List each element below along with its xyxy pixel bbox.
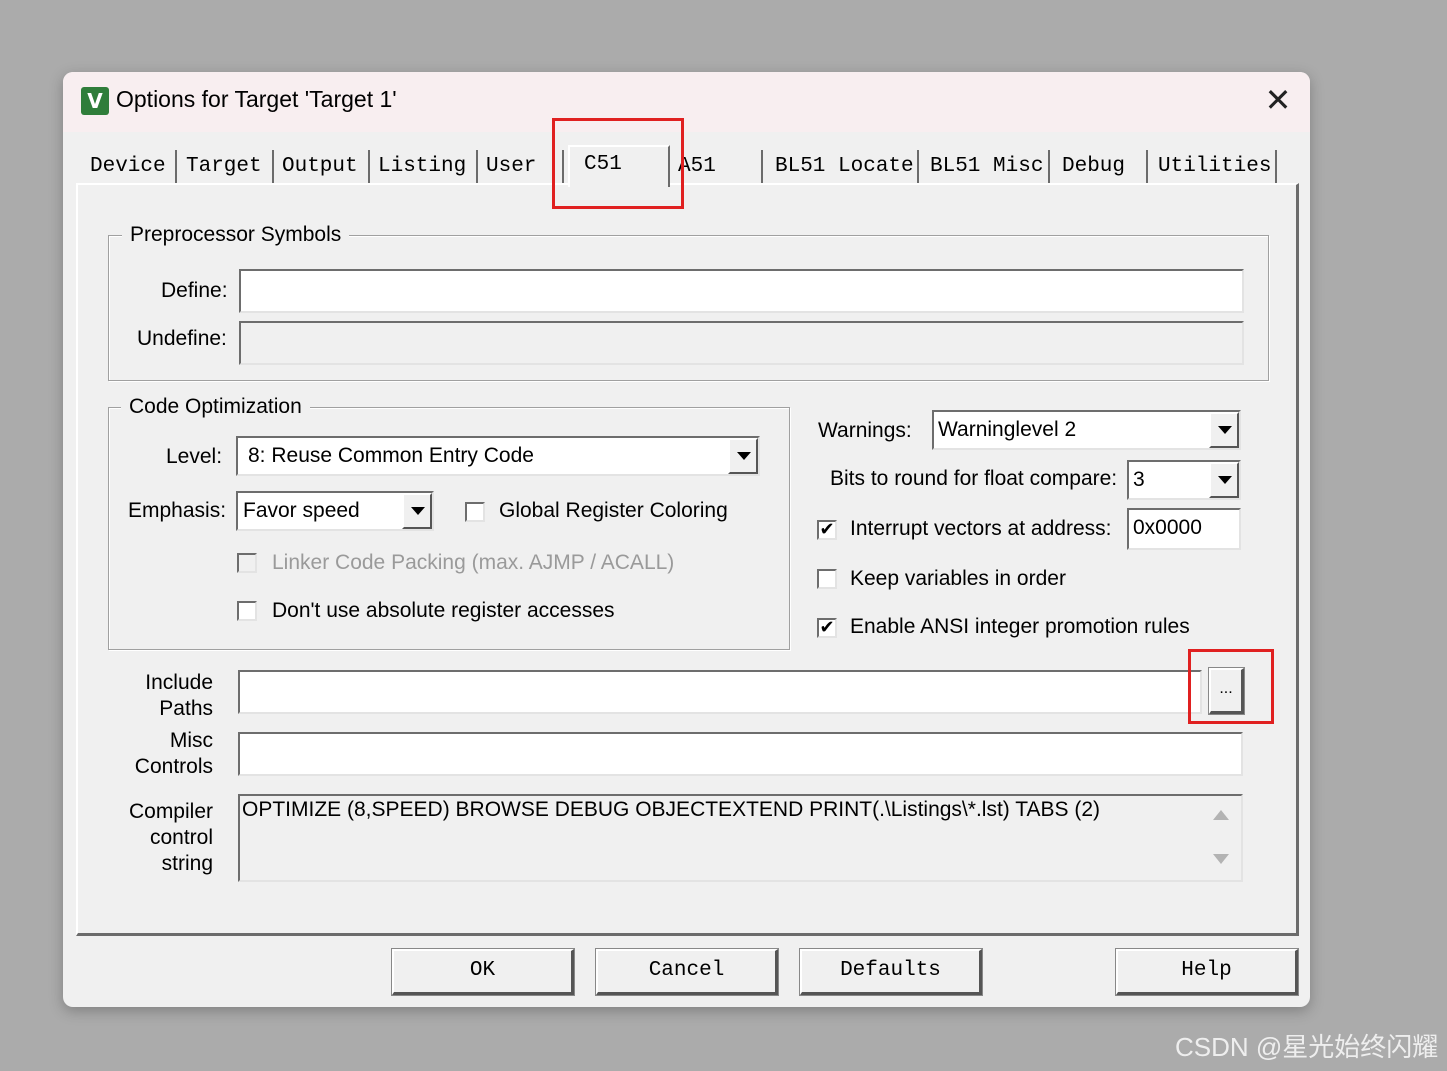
close-icon[interactable]: ✕: [1263, 78, 1293, 122]
tab-bl51-locate[interactable]: BL51 Locate: [767, 150, 919, 184]
preprocessor-group-title: Preprocessor Symbols: [122, 223, 350, 247]
watermark: CSDN @星光始终闪耀: [1175, 1032, 1439, 1062]
tab-bl51-misc[interactable]: BL51 Misc: [922, 150, 1050, 184]
chevron-down-icon: [737, 452, 751, 460]
emphasis-label: Emphasis:: [128, 499, 227, 522]
compiler-control-string: OPTIMIZE (8,SPEED) BROWSE DEBUG OBJECTEX…: [238, 794, 1243, 882]
misc-controls-input[interactable]: [238, 732, 1243, 776]
chevron-down-icon: [1218, 426, 1232, 434]
checkmark-icon: ✔: [819, 519, 835, 540]
linker-code-packing-checkbox: [237, 553, 257, 573]
bits-label: Bits to round for float compare:: [830, 467, 1118, 490]
tab-listing[interactable]: Listing: [370, 150, 478, 184]
scroll-up-icon[interactable]: [1213, 810, 1229, 820]
misc-controls-label: Misc Controls: [134, 729, 213, 778]
tab-debug[interactable]: Debug: [1054, 150, 1148, 184]
include-paths-label: Include Paths: [145, 671, 213, 720]
bits-dropdown-button[interactable]: [1209, 462, 1239, 498]
ansi-promotion-label: Enable ANSI integer promotion rules: [850, 615, 1190, 638]
level-dropdown[interactable]: 8: Reuse Common Entry Code: [236, 436, 760, 476]
emphasis-dropdown[interactable]: Favor speed: [236, 491, 434, 531]
warnings-dropdown-button[interactable]: [1209, 412, 1239, 448]
global-register-coloring-label: Global Register Coloring: [499, 499, 728, 522]
compiler-control-value: OPTIMIZE (8,SPEED) BROWSE DEBUG OBJECTEX…: [242, 798, 1101, 821]
tab-output[interactable]: Output: [274, 150, 370, 184]
undefine-input: [239, 321, 1244, 365]
highlight-browse-button: [1188, 649, 1274, 724]
linker-code-packing-label: Linker Code Packing (max. AJMP / ACALL): [272, 551, 675, 574]
code-optimization-title: Code Optimization: [121, 395, 310, 419]
tab-target[interactable]: Target: [178, 150, 274, 184]
emphasis-value: Favor speed: [243, 499, 360, 522]
checkmark-icon: ✔: [819, 617, 835, 638]
keep-variables-label: Keep variables in order: [850, 567, 1066, 590]
dont-use-absolute-checkbox[interactable]: [237, 601, 257, 621]
warnings-dropdown[interactable]: Warninglevel 2: [932, 410, 1241, 450]
interrupt-vectors-label: Interrupt vectors at address:: [850, 517, 1112, 540]
scroll-down-icon[interactable]: [1213, 854, 1229, 864]
tab-page-c51: Preprocessor Symbols Define: Undefine: C…: [76, 183, 1299, 936]
level-dropdown-button[interactable]: [728, 438, 758, 474]
tab-device[interactable]: Device: [82, 150, 177, 184]
interrupt-vectors-input[interactable]: 0x0000: [1127, 508, 1241, 550]
global-register-coloring-checkbox[interactable]: [465, 502, 485, 522]
ansi-promotion-checkbox[interactable]: ✔: [817, 618, 837, 638]
help-button[interactable]: Help: [1115, 948, 1299, 996]
cancel-button[interactable]: Cancel: [595, 948, 779, 996]
define-input[interactable]: [239, 269, 1244, 313]
include-paths-input[interactable]: [238, 670, 1202, 714]
define-label: Define:: [161, 279, 228, 302]
chevron-down-icon: [411, 507, 425, 515]
bits-value: 3: [1133, 468, 1145, 491]
window-title: Options for Target 'Target 1': [116, 86, 397, 112]
level-label: Level:: [166, 445, 223, 468]
options-dialog: V Options for Target 'Target 1' ✕ Device…: [63, 72, 1310, 1007]
interrupt-vectors-checkbox[interactable]: ✔: [817, 520, 837, 540]
defaults-button[interactable]: Defaults: [799, 948, 983, 996]
ok-button[interactable]: OK: [391, 948, 575, 996]
title-bar: V Options for Target 'Target 1' ✕: [63, 72, 1310, 132]
bits-dropdown[interactable]: 3: [1127, 460, 1241, 500]
keil-app-icon: V: [81, 87, 109, 115]
warnings-label: Warnings:: [818, 419, 912, 442]
keep-variables-checkbox[interactable]: [817, 569, 837, 589]
compiler-control-label: Compiler control string: [128, 800, 213, 875]
highlight-c51-tab: [552, 118, 684, 209]
level-value: 8: Reuse Common Entry Code: [248, 444, 534, 467]
dont-use-absolute-label: Don't use absolute register accesses: [272, 599, 615, 622]
chevron-down-icon: [1218, 476, 1232, 484]
warnings-value: Warninglevel 2: [938, 418, 1077, 441]
tab-utilities[interactable]: Utilities: [1150, 150, 1277, 184]
undefine-label: Undefine:: [137, 327, 227, 350]
emphasis-dropdown-button[interactable]: [402, 493, 432, 529]
